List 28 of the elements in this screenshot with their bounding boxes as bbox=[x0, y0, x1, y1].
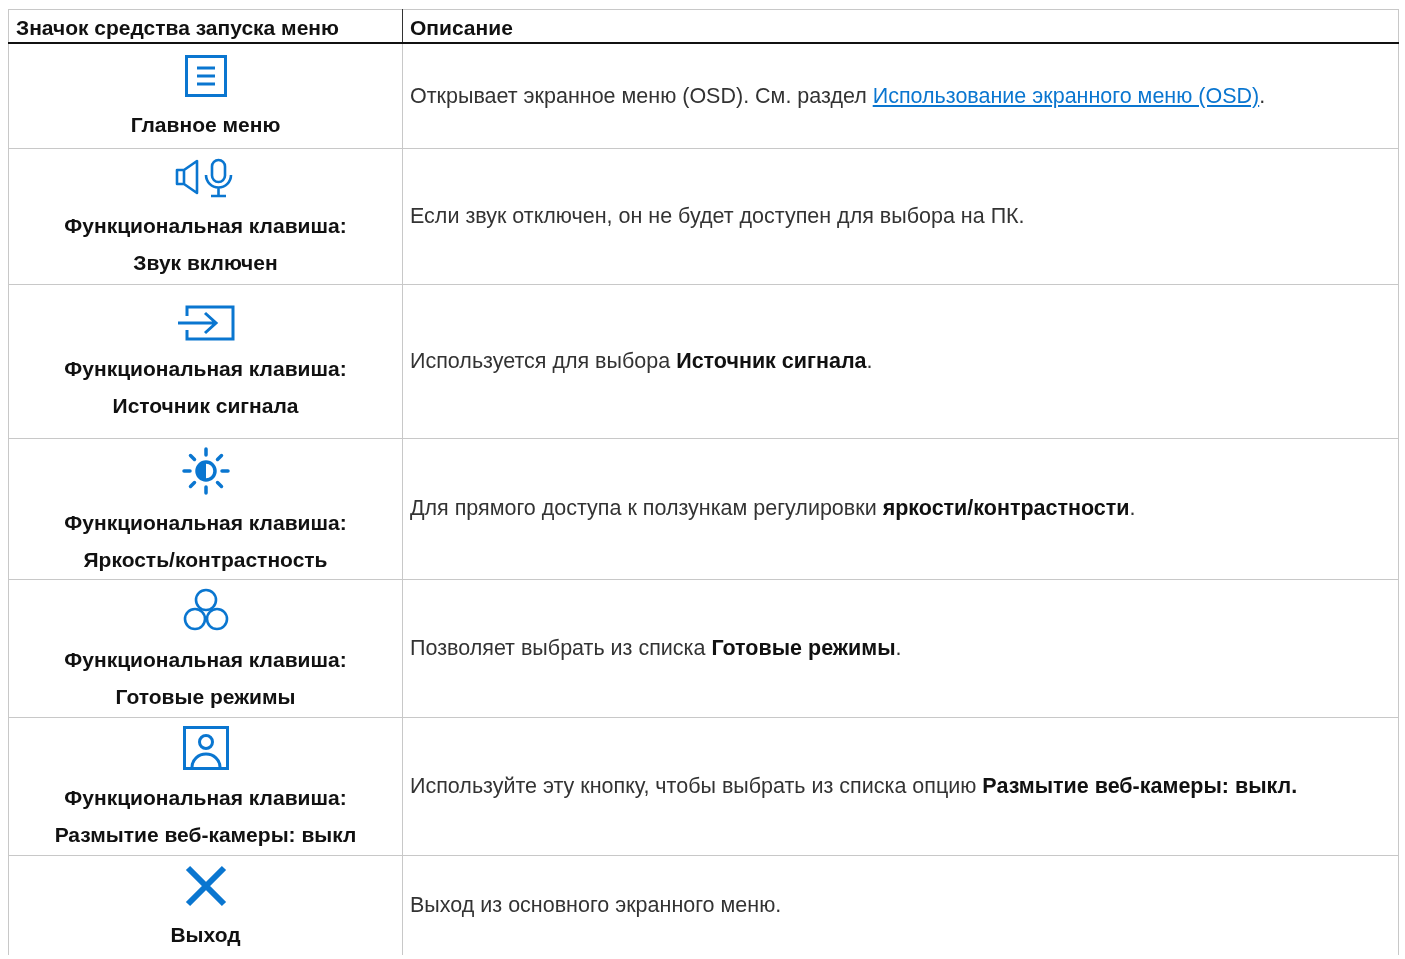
key-label: Выход bbox=[170, 921, 241, 948]
key-label: Функциональная клавиша: bbox=[64, 356, 347, 382]
description-text: Используется для выбора Источник сигнала. bbox=[409, 347, 874, 375]
description-text: Если звук отключен, он не будет доступен для выбора на ПК. bbox=[409, 202, 1026, 230]
description-text: Открывает экранное меню (OSD). См. раздел Использование экранного меню (OSD). bbox=[409, 82, 1267, 110]
key-label: Функциональная клавиша: bbox=[64, 785, 347, 811]
description-text: Используйте эту кнопку, чтобы выбрать из списка опцию Размытие веб-камеры: выкл. bbox=[409, 772, 1299, 800]
osd-link[interactable]: Использование экранного меню (OSD) bbox=[872, 83, 1260, 108]
description-text: Позволяет выбрать из списка Готовые режимы. bbox=[409, 634, 903, 662]
menu-icon bbox=[184, 55, 227, 98]
key-label: Главное меню bbox=[130, 112, 281, 139]
key-label: Функциональная клавиша: bbox=[64, 213, 347, 239]
key-label: Размытие веб-камеры: выкл bbox=[54, 822, 357, 848]
input-arrow-icon bbox=[176, 305, 235, 341]
description-text: Выход из основного экранного меню. bbox=[409, 892, 783, 920]
column-header: Описание bbox=[402, 9, 1399, 43]
key-label: Звук включен bbox=[133, 250, 278, 276]
person-frame-icon bbox=[182, 726, 229, 770]
key-label: Функциональная клавиша: bbox=[64, 509, 347, 536]
description-text: Для прямого доступа к ползункам регулировки яркости/контрастности. bbox=[409, 495, 1137, 523]
column-header: Значок средства запуска меню bbox=[8, 9, 403, 43]
key-label: Яркость/контрастность bbox=[83, 546, 328, 573]
brightness-icon bbox=[181, 446, 230, 495]
close-icon bbox=[184, 864, 227, 907]
key-label: Готовые режимы bbox=[115, 684, 296, 710]
key-label: Источник сигнала bbox=[112, 393, 299, 419]
three-circles-icon bbox=[181, 588, 230, 632]
key-label: Функциональная клавиша: bbox=[64, 647, 347, 673]
